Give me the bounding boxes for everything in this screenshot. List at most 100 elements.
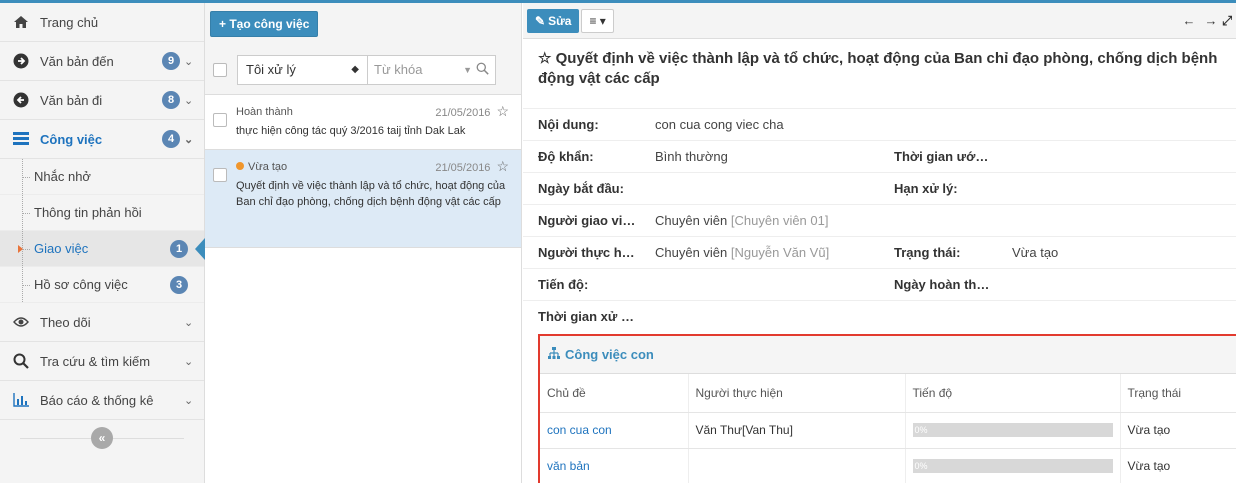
subtask-progress-cell: 0% [905,412,1121,449]
task-title: Quyết định về việc thành lập và tổ chức,… [236,180,506,208]
sidebar-subitem-assign[interactable]: Giao việc 1 [0,231,205,267]
field-label: Người thực h… [538,245,635,260]
sidebar-item-search[interactable]: Tra cứu & tìm kiếm ⌄ [0,342,204,381]
pencil-icon: ✎ [535,13,546,28]
field-label: Ngày bắt đầu: [538,181,624,196]
filter-row: Tôi xử lý ◆ Từ khóa ▼ [205,45,521,95]
sidebar-collapse-row: « [0,420,204,456]
sidebar: Trang chủ Văn bản đến 9 ⌄ Văn bản đi 8 ⌄… [0,3,205,483]
sort-arrows-icon: ◆ [351,64,359,75]
task-status: Vừa tạo [248,160,288,173]
chevron-down-icon: ⌄ [184,316,194,329]
expand-icon[interactable]: ⤢ [1222,9,1232,33]
subtasks-header: Công việc con [540,336,1236,374]
column-header[interactable]: Chủ đề [540,374,689,413]
table-header-row: Chủ đề Người thực hiện Tiến độ Trạng thá… [540,374,1236,413]
sidebar-item-label: Văn bản đến [40,53,114,69]
column-header[interactable]: Người thực hiện [688,374,906,413]
task-date: 21/05/2016 [435,162,491,174]
search-icon[interactable] [476,62,489,78]
chevron-down-icon: ⌄ [184,55,194,68]
sitemap-icon [548,347,560,362]
sidebar-item-label: Trang chủ [40,14,99,30]
tasks-icon [12,130,30,148]
search-input[interactable]: Từ khóa ▼ [368,54,496,85]
task-date: 21/05/2016 [435,107,491,119]
field-label: Nội dung: [538,117,599,132]
bar-chart-icon [12,391,30,409]
column-header[interactable]: Trạng thái [1120,374,1236,413]
caret-right-icon [18,245,23,253]
star-icon[interactable]: ☆ [538,50,556,67]
task-checkbox[interactable] [213,168,227,182]
count-badge: 1 [170,239,188,258]
edit-button[interactable]: ✎ Sửa [527,8,580,33]
sidebar-item-label: Công việc [40,131,103,147]
arrow-right-icon[interactable]: → [1200,9,1222,33]
sidebar-item-home[interactable]: Trang chủ [0,3,204,42]
subtasks-table: Chủ đề Người thực hiện Tiến độ Trạng thá… [540,374,1236,483]
select-all-checkbox[interactable] [213,62,227,77]
arrow-right-circle-icon [12,52,30,70]
create-task-button[interactable]: + Tạo công việc [210,11,319,37]
field-label: Hạn xử lý: [894,181,958,196]
assigner-name: Chuyên viên [655,213,728,228]
subtasks-panel: Công việc con Chủ đề Người thực hiện Tiế… [538,334,1236,483]
task-list-item[interactable]: Hoàn thành 21/05/2016 ☆ thực hiện công tá… [205,95,521,150]
subtask-progress-cell: 0% [905,448,1121,483]
task-checkbox[interactable] [213,113,227,127]
count-badge: 8 [162,91,180,109]
sidebar-subitem-label: Hồ sơ công việc [34,277,128,292]
sidebar-item-follow[interactable]: Theo dõi ⌄ [0,303,204,342]
task-detail-panel: ✎ Sửa ≡ ▾ ← → ⤢ ☆ Quyết định về việc thà… [523,3,1236,483]
field-value: con cua cong viec cha [655,117,784,132]
star-icon[interactable]: ☆ [496,158,509,174]
detail-title: ☆ Quyết định về việc thành lập và tổ chứ… [523,39,1236,109]
sidebar-item-label: Tra cứu & tìm kiếm [40,353,151,369]
status-dot [236,161,244,170]
field-label: Thời gian xử … [538,309,634,324]
subtask-assignee [688,448,906,483]
home-icon [12,13,30,31]
sidebar-item-incoming[interactable]: Văn bản đến 9 ⌄ [0,42,204,81]
subtask-topic-link[interactable]: văn bản [540,448,689,483]
filter-select-value: Tôi xử lý [246,62,296,77]
app-window: Trang chủ Văn bản đến 9 ⌄ Văn bản đi 8 ⌄… [0,0,1236,483]
sidebar-item-outgoing[interactable]: Văn bản đi 8 ⌄ [0,81,204,120]
progress-bar: 0% [912,423,1113,437]
task-status: Hoàn thành [236,105,293,118]
arrow-left-icon[interactable]: ← [1178,9,1200,33]
count-badge: 4 [162,130,180,148]
info-row: Người giao vi… Chuyên viên [Chuyên viên … [523,205,1236,237]
field-value: Chuyên viên [Nguyễn Văn Vũ] [655,245,829,260]
menu-dropdown-button[interactable]: ≡ ▾ [581,8,614,33]
sidebar-item-tasks[interactable]: Công việc 4 ⌄ [0,120,204,159]
table-row: con cua con Văn Thư[Van Thu] 0% Vừa tạo [540,412,1236,449]
sidebar-item-label: Báo cáo & thống kê [40,392,154,408]
info-row: Thời gian xử … [523,301,1236,333]
sidebar-subitem-feedback[interactable]: Thông tin phản hồi [0,195,204,231]
info-row: Tiến độ: Ngày hoàn th… [523,269,1236,301]
task-list-item[interactable]: Vừa tạo 21/05/2016 ☆ Quyết định về việc t… [205,150,521,248]
sidebar-item-reports[interactable]: Báo cáo & thống kê ⌄ [0,381,204,420]
subtask-topic-link[interactable]: con cua con [540,412,689,449]
progress-bar: 0% [912,459,1113,473]
collapse-sidebar-button[interactable]: « [91,427,113,449]
sidebar-subitem-label: Giao việc [34,241,89,256]
assignee-name: Chuyên viên [655,245,728,260]
chevron-down-icon: ⌄ [184,94,194,107]
info-row: Ngày bắt đầu: Hạn xử lý: [523,173,1236,205]
chevron-down-icon: ⌄ [184,355,194,368]
column-header[interactable]: Tiến độ [905,374,1121,413]
sidebar-item-label: Văn bản đi [40,92,103,108]
filter-select[interactable]: Tôi xử lý ◆ [237,54,368,85]
table-row: văn bản 0% Vừa tạo [540,448,1236,483]
sidebar-subitem-reminders[interactable]: Nhắc nhở [0,159,204,195]
subtasks-title: Công việc con [565,347,654,362]
count-badge: 3 [170,275,188,294]
star-icon[interactable]: ☆ [496,103,509,119]
task-title: thực hiện công tác quý 3/2016 taij tỉnh … [236,125,466,137]
search-placeholder: Từ khóa [374,62,423,77]
sidebar-subitem-label: Nhắc nhở [34,169,91,184]
sidebar-subitem-task-files[interactable]: Hồ sơ công việc 3 [0,267,204,303]
